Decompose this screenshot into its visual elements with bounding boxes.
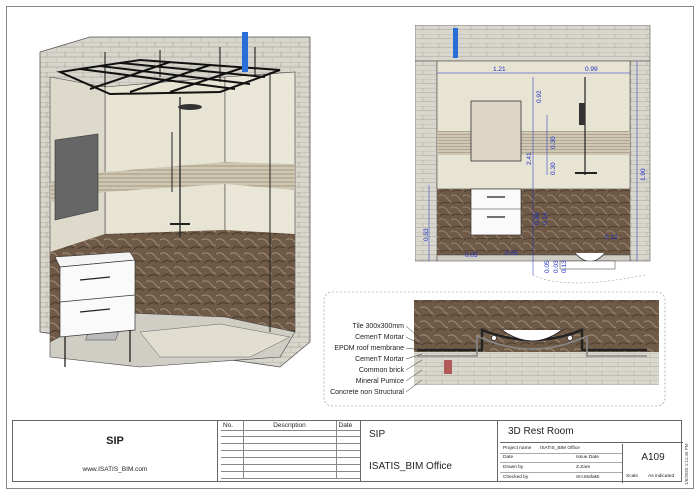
project-line-2: ISATIS_BIM Office [369,461,452,472]
meta-checked-by-label: Checked by [503,475,529,481]
layer-label-6: Mineral Pumice [356,378,404,385]
dim-shower-height-1: 0.30 [550,136,557,149]
dim-floor-left: 0.05 [465,252,478,259]
meta-drawn-by-label: Drawn by [503,464,524,470]
dim-top-left: 1.21 [493,66,506,73]
sheet-cell: 3D Rest Room Project name ISATIS_BIM Off… [500,421,683,483]
company-website[interactable]: www.ISATIS_BIM.com [13,466,217,473]
sheet-number: A109 [622,444,683,474]
meta-project-name-label: Project name [503,445,532,451]
dim-vanity-height-2: 0.14 [542,212,549,225]
scale-label: Scale [626,474,638,479]
table-row [221,443,360,452]
dim-shower-height-2: 0.30 [550,162,557,175]
layer-label-5: Common brick [359,367,405,374]
project-cell: SIP ISATIS_BIM Office [363,421,498,481]
meta-drawn-row: Drawn by Z.Zare [500,463,622,473]
company-cell: SIP www.ISATIS_BIM.com [13,421,218,481]
meta-project-name-row: Project name ISATIS_BIM Office [500,444,622,454]
dim-vanity-height-1: 0.89 [534,212,541,225]
scale-row: Scale As indicated [622,474,683,483]
layer-label-1: Tile 300x300mm [353,323,405,330]
meta-checked-row: Checked by SH.Mafakti [500,473,622,483]
dim-top-right: 0.99 [585,66,598,73]
revision-table-cell: No. Description Date [221,421,361,481]
layer-label-4: CemenT Mortar [355,356,405,363]
meta-date-row: Date Issue Date [500,454,622,464]
rev-header-description: Description [243,421,337,431]
table-row [221,430,360,438]
dim-overall-height: 2.41 [526,152,533,165]
scale-value: As indicated [648,474,675,479]
print-timestamp: 1/6/2025 1:11:45 PM [684,443,689,485]
view-floor-detail: Tile 300x300mm CemenT Mortar EPDM roof m… [322,290,667,408]
table-row [221,457,360,465]
table-row [221,450,360,459]
rev-header-no: No. [221,421,244,431]
layer-label-3: EPDM roof membrane [334,345,404,352]
dim-floor-right: 0.12 [605,234,618,241]
rev-header-date: Date [336,421,360,431]
project-line-1: SIP [369,429,386,440]
dim-drain-1: 0.03 [553,260,560,273]
table-row [221,464,360,472]
meta-project-name: ISATIS_BIM Office [540,445,580,451]
sheet-title: 3D Rest Room [500,421,683,443]
view-3d-rest-room [20,12,325,392]
dim-drain-2: 0.13 [561,260,568,273]
table-row [221,436,360,445]
dim-mirror-height: 0.92 [536,90,543,103]
layer-label-7: Concrete non Structural [330,389,404,396]
title-block: SIP www.ISATIS_BIM.com No. Description D… [12,420,683,483]
revision-table: No. Description Date [221,421,360,479]
meta-issue-date-label: Issue Date [576,455,599,461]
meta-drawn-by: Z.Zare [576,464,591,470]
dim-right-height: 1.90 [640,168,647,181]
dim-floor-mid: 0.05 [505,250,518,257]
dim-left-height: 0.63 [423,228,430,241]
dim-drain-3: 0.05 [544,260,551,273]
meta-checked-by: SH.Mafakti [576,475,600,481]
layer-label-2: CemenT Mortar [355,334,405,341]
meta-date-label: Date [503,455,514,461]
view-elevation: 1.21 0.99 0.92 0.30 0.30 2.41 1.90 0.63 … [415,25,665,287]
sheet-meta: Project name ISATIS_BIM Office Date Issu… [500,444,622,482]
company-name: SIP [106,435,124,447]
table-row [221,471,360,479]
